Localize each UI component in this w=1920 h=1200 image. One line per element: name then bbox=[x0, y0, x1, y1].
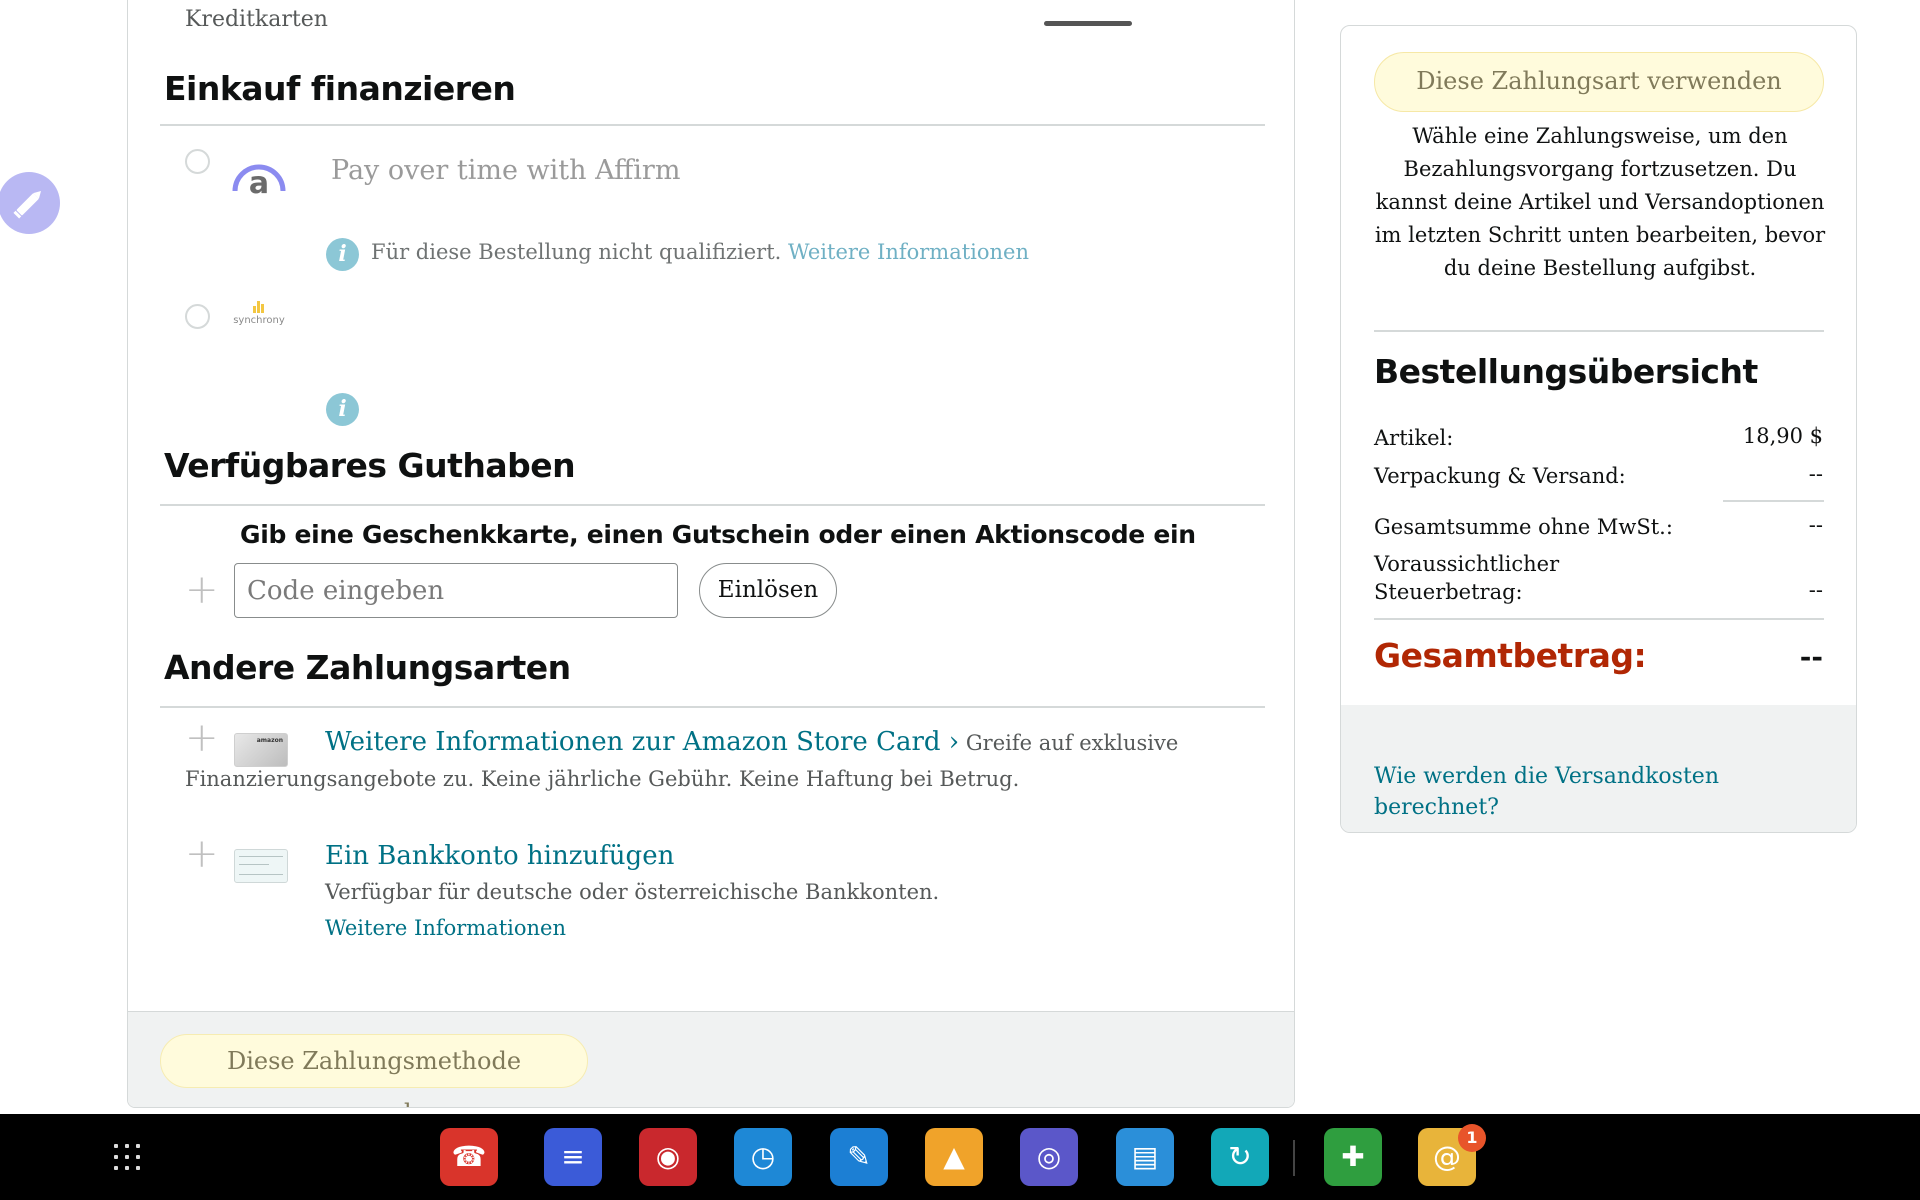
taskbar-app-sync[interactable]: ↻ bbox=[1211, 1128, 1269, 1186]
tax-value: -- bbox=[1808, 578, 1823, 602]
shipping-label: Verpackung & Versand: bbox=[1374, 464, 1626, 488]
taskbar-app-files[interactable]: ▤ bbox=[1116, 1128, 1174, 1186]
clock-icon: ◷ bbox=[750, 1140, 776, 1173]
taskbar-app-game-launcher[interactable]: ✚ bbox=[1324, 1128, 1382, 1186]
svg-text:a: a bbox=[249, 166, 269, 195]
bottom-action-bar: Diese Zahlungsmethode verwenden bbox=[128, 1011, 1294, 1107]
edit-fab-button[interactable] bbox=[0, 172, 60, 234]
order-summary-title: Bestellungsübersicht bbox=[1374, 352, 1758, 391]
items-value: 18,90 $ bbox=[1742, 424, 1823, 448]
taskbar-app-contacts-phone[interactable]: ☎ bbox=[440, 1128, 498, 1186]
taskbar-app-gallery[interactable]: ▲ bbox=[925, 1128, 983, 1186]
folder-icon: ▤ bbox=[1131, 1140, 1159, 1173]
expand-plus-icon[interactable]: + bbox=[185, 834, 219, 874]
balance-title: Verfügbares Guthaben bbox=[164, 446, 576, 485]
synchrony-radio[interactable] bbox=[185, 304, 210, 329]
redeem-button[interactable]: Einlösen bbox=[699, 563, 837, 618]
bank-check-thumbnail bbox=[234, 849, 288, 883]
expand-plus-icon[interactable]: + bbox=[185, 570, 219, 610]
use-payment-type-button[interactable]: Diese Zahlungsart verwenden bbox=[1374, 52, 1824, 112]
camera-icon: ◉ bbox=[655, 1140, 681, 1173]
taskbar-app-clock[interactable]: ◷ bbox=[734, 1128, 792, 1186]
affirm-logo-icon: a bbox=[231, 151, 287, 195]
bank-account-description: Verfügbar für deutsche oder österreichis… bbox=[325, 880, 940, 904]
sync-icon: ↻ bbox=[1228, 1140, 1252, 1173]
affirm-more-info-link[interactable]: Weitere Informationen bbox=[788, 240, 1029, 264]
globe-icon: ◎ bbox=[1036, 1140, 1062, 1173]
shipping-cost-info-link[interactable]: Wie werden die Versandkosten berechnet? bbox=[1374, 761, 1774, 823]
order-total-label: Gesamtbetrag: bbox=[1374, 636, 1647, 675]
message-icon: ≡ bbox=[561, 1140, 585, 1173]
use-payment-method-button[interactable]: Diese Zahlungsmethode verwenden bbox=[160, 1034, 588, 1107]
taskbar-app-messages[interactable]: ≡ bbox=[544, 1128, 602, 1186]
add-bank-account-link[interactable]: Ein Bankkonto hinzufügen bbox=[325, 841, 674, 871]
divider bbox=[1723, 500, 1824, 502]
info-icon: i bbox=[326, 393, 359, 426]
summary-footer: Wie werden die Versandkosten berechnet? bbox=[1341, 705, 1856, 832]
phone-icon: ☎ bbox=[451, 1140, 487, 1173]
image-icon: ▲ bbox=[943, 1140, 965, 1173]
affirm-ineligible-notice: Für diese Bestellung nicht qualifiziert.… bbox=[371, 240, 1029, 264]
taskbar: ☎ ≡ ◉ ◷ ✎ ▲ ◎ ▤ ↻ ✚ @ bbox=[0, 1114, 1920, 1200]
other-methods-title: Andere Zahlungsarten bbox=[164, 648, 571, 687]
divider bbox=[160, 504, 1265, 506]
synchrony-logo-icon: synchrony bbox=[231, 297, 287, 333]
order-summary-panel: Diese Zahlungsart verwenden Wähle eine Z… bbox=[1340, 25, 1857, 833]
gift-code-label: Gib eine Geschenkkarte, einen Gutschein … bbox=[240, 520, 1196, 549]
shipping-value: -- bbox=[1808, 462, 1823, 486]
gift-code-input[interactable] bbox=[234, 563, 678, 618]
gamepad-icon: ✚ bbox=[1341, 1140, 1365, 1173]
divider bbox=[1374, 618, 1824, 620]
affirm-option-label: Pay over time with Affirm bbox=[331, 155, 681, 186]
order-total-value: -- bbox=[1799, 640, 1823, 673]
taskbar-divider bbox=[1293, 1140, 1295, 1176]
taskbar-app-notes[interactable]: ✎ bbox=[830, 1128, 888, 1186]
affirm-info-text: Für diese Bestellung nicht qualifiziert. bbox=[371, 240, 782, 264]
email-notification-badge: 1 bbox=[1458, 1124, 1486, 1152]
divider bbox=[160, 124, 1265, 126]
items-label: Artikel: bbox=[1374, 426, 1454, 450]
pencil-icon bbox=[13, 190, 42, 219]
summary-instructions: Wähle eine Zahlungsweise, um den Bezahlu… bbox=[1374, 124, 1826, 280]
divider bbox=[1374, 330, 1824, 332]
drag-handle[interactable] bbox=[1044, 21, 1132, 26]
affirm-radio[interactable] bbox=[185, 149, 210, 174]
info-icon: i bbox=[326, 238, 359, 271]
bank-more-info-link[interactable]: Weitere Informationen bbox=[325, 916, 566, 940]
subtotal-label: Gesamtsumme ohne MwSt.: bbox=[1374, 515, 1673, 539]
previous-section-label: Kreditkarten bbox=[185, 7, 328, 32]
app-drawer-icon[interactable] bbox=[114, 1144, 140, 1170]
subtotal-value: -- bbox=[1808, 513, 1823, 537]
store-card-option: Weitere Informationen zur Amazon Store C… bbox=[185, 724, 1245, 797]
pen-icon: ✎ bbox=[847, 1140, 871, 1173]
tax-label: Voraussichtlicher Steuerbetrag: bbox=[1374, 552, 1560, 604]
payment-panel: Kreditkarten Einkauf finanzieren a Pay o… bbox=[127, 0, 1295, 1108]
financing-title: Einkauf finanzieren bbox=[164, 69, 516, 108]
store-card-link[interactable]: Weitere Informationen zur Amazon Store C… bbox=[325, 727, 959, 757]
divider bbox=[160, 706, 1265, 708]
taskbar-app-camera[interactable]: ◉ bbox=[639, 1128, 697, 1186]
taskbar-app-browser[interactable]: ◎ bbox=[1020, 1128, 1078, 1186]
